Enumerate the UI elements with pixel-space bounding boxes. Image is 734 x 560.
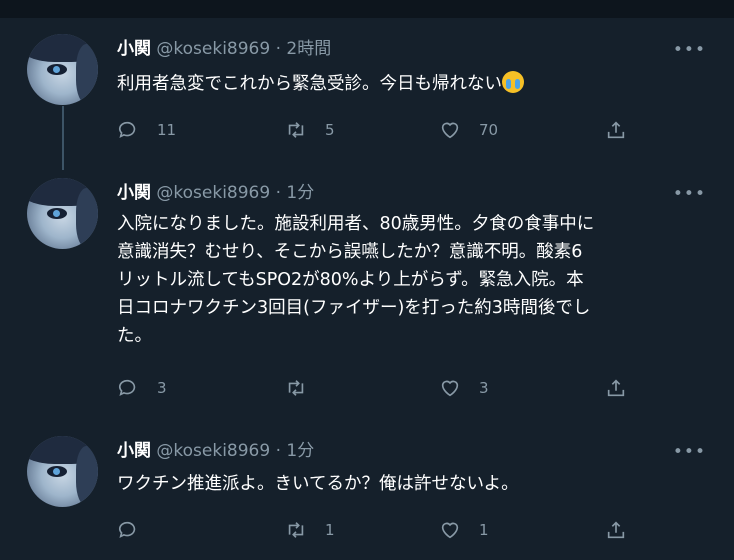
tweet-text: 利用者急変でこれから緊急受診。今日も帰れない (117, 70, 717, 98)
tweet-header: 小関 @koseki8969 · 2時間 (117, 38, 331, 60)
retweet-button[interactable]: 5 (285, 118, 335, 142)
share-icon (607, 521, 625, 539)
retweet-button[interactable]: 1 (285, 518, 335, 542)
tweet-header: 小関 @koseki8969 · 1分 (117, 440, 314, 462)
avatar[interactable] (27, 436, 98, 507)
share-button[interactable] (605, 118, 627, 142)
tweet-actions: 3 3 (117, 376, 637, 400)
separator-dot: · (275, 183, 282, 203)
user-handle[interactable]: @koseki8969 (156, 183, 270, 203)
user-handle[interactable]: @koseki8969 (156, 39, 270, 59)
share-icon (607, 121, 625, 139)
separator-dot: · (275, 441, 282, 461)
more-options-icon[interactable]: ••• (673, 42, 706, 59)
retweet-icon (288, 522, 304, 538)
timestamp[interactable]: 1分 (286, 183, 314, 203)
display-name[interactable]: 小関 (117, 441, 151, 461)
heart-icon (441, 522, 459, 539)
like-button[interactable]: 70 (439, 118, 498, 142)
user-handle[interactable]: @koseki8969 (156, 441, 270, 461)
like-count: 70 (479, 121, 499, 139)
like-count: 3 (479, 379, 489, 397)
reply-icon (118, 521, 136, 538)
loudly-crying-face-icon (502, 71, 524, 93)
retweet-icon (288, 380, 304, 396)
more-options-icon[interactable]: ••• (673, 444, 706, 461)
reply-count: 3 (157, 379, 167, 397)
reply-button[interactable]: 3 (117, 376, 167, 400)
share-button[interactable] (605, 376, 627, 400)
tweet[interactable]: 小関 @koseki8969 · 2時間 ••• 利用者急変でこれから緊急受診。… (0, 18, 734, 170)
display-name[interactable]: 小関 (117, 183, 151, 203)
tweet-text: ワクチン推進派よ。きいてるか？俺は許せないよ。 (117, 474, 519, 494)
timestamp[interactable]: 1分 (286, 441, 314, 461)
tweet-actions: 11 5 70 (117, 118, 637, 142)
more-options-icon[interactable]: ••• (673, 186, 706, 203)
heart-icon (441, 122, 459, 139)
display-name[interactable]: 小関 (117, 39, 151, 59)
reply-button[interactable] (117, 518, 157, 542)
reply-count: 11 (157, 121, 177, 139)
retweet-icon (288, 122, 304, 138)
like-count: 1 (479, 521, 489, 539)
share-button[interactable] (605, 518, 627, 542)
retweet-button[interactable] (285, 376, 325, 400)
thread-line (62, 106, 64, 170)
tweet-header: 小関 @koseki8969 · 1分 (117, 182, 314, 204)
tweet[interactable]: 小関 @koseki8969 · 1分 ••• ワクチン推進派よ。きいてるか？俺… (0, 432, 734, 560)
tweet-text: 入院になりました。施設利用者、80歳男性。夕食の食事中に 意識消失？むせり、そこ… (117, 214, 595, 346)
reply-button[interactable]: 11 (117, 118, 176, 142)
timestamp[interactable]: 2時間 (286, 39, 331, 59)
separator-dot: · (275, 39, 282, 59)
top-bar (0, 0, 734, 18)
tweet-text-content: 利用者急変でこれから緊急受診。今日も帰れない (117, 74, 502, 94)
share-icon (607, 379, 625, 397)
avatar[interactable] (27, 178, 98, 249)
avatar[interactable] (27, 34, 98, 105)
reply-icon (118, 121, 136, 138)
tweet-actions: 1 1 (117, 518, 637, 542)
tweet[interactable]: 小関 @koseki8969 · 1分 ••• 入院になりました。施設利用者、8… (0, 170, 734, 432)
heart-icon (441, 380, 459, 397)
reply-icon (118, 379, 136, 396)
retweet-count: 5 (325, 121, 335, 139)
retweet-count: 1 (325, 521, 335, 539)
like-button[interactable]: 3 (439, 376, 489, 400)
like-button[interactable]: 1 (439, 518, 489, 542)
